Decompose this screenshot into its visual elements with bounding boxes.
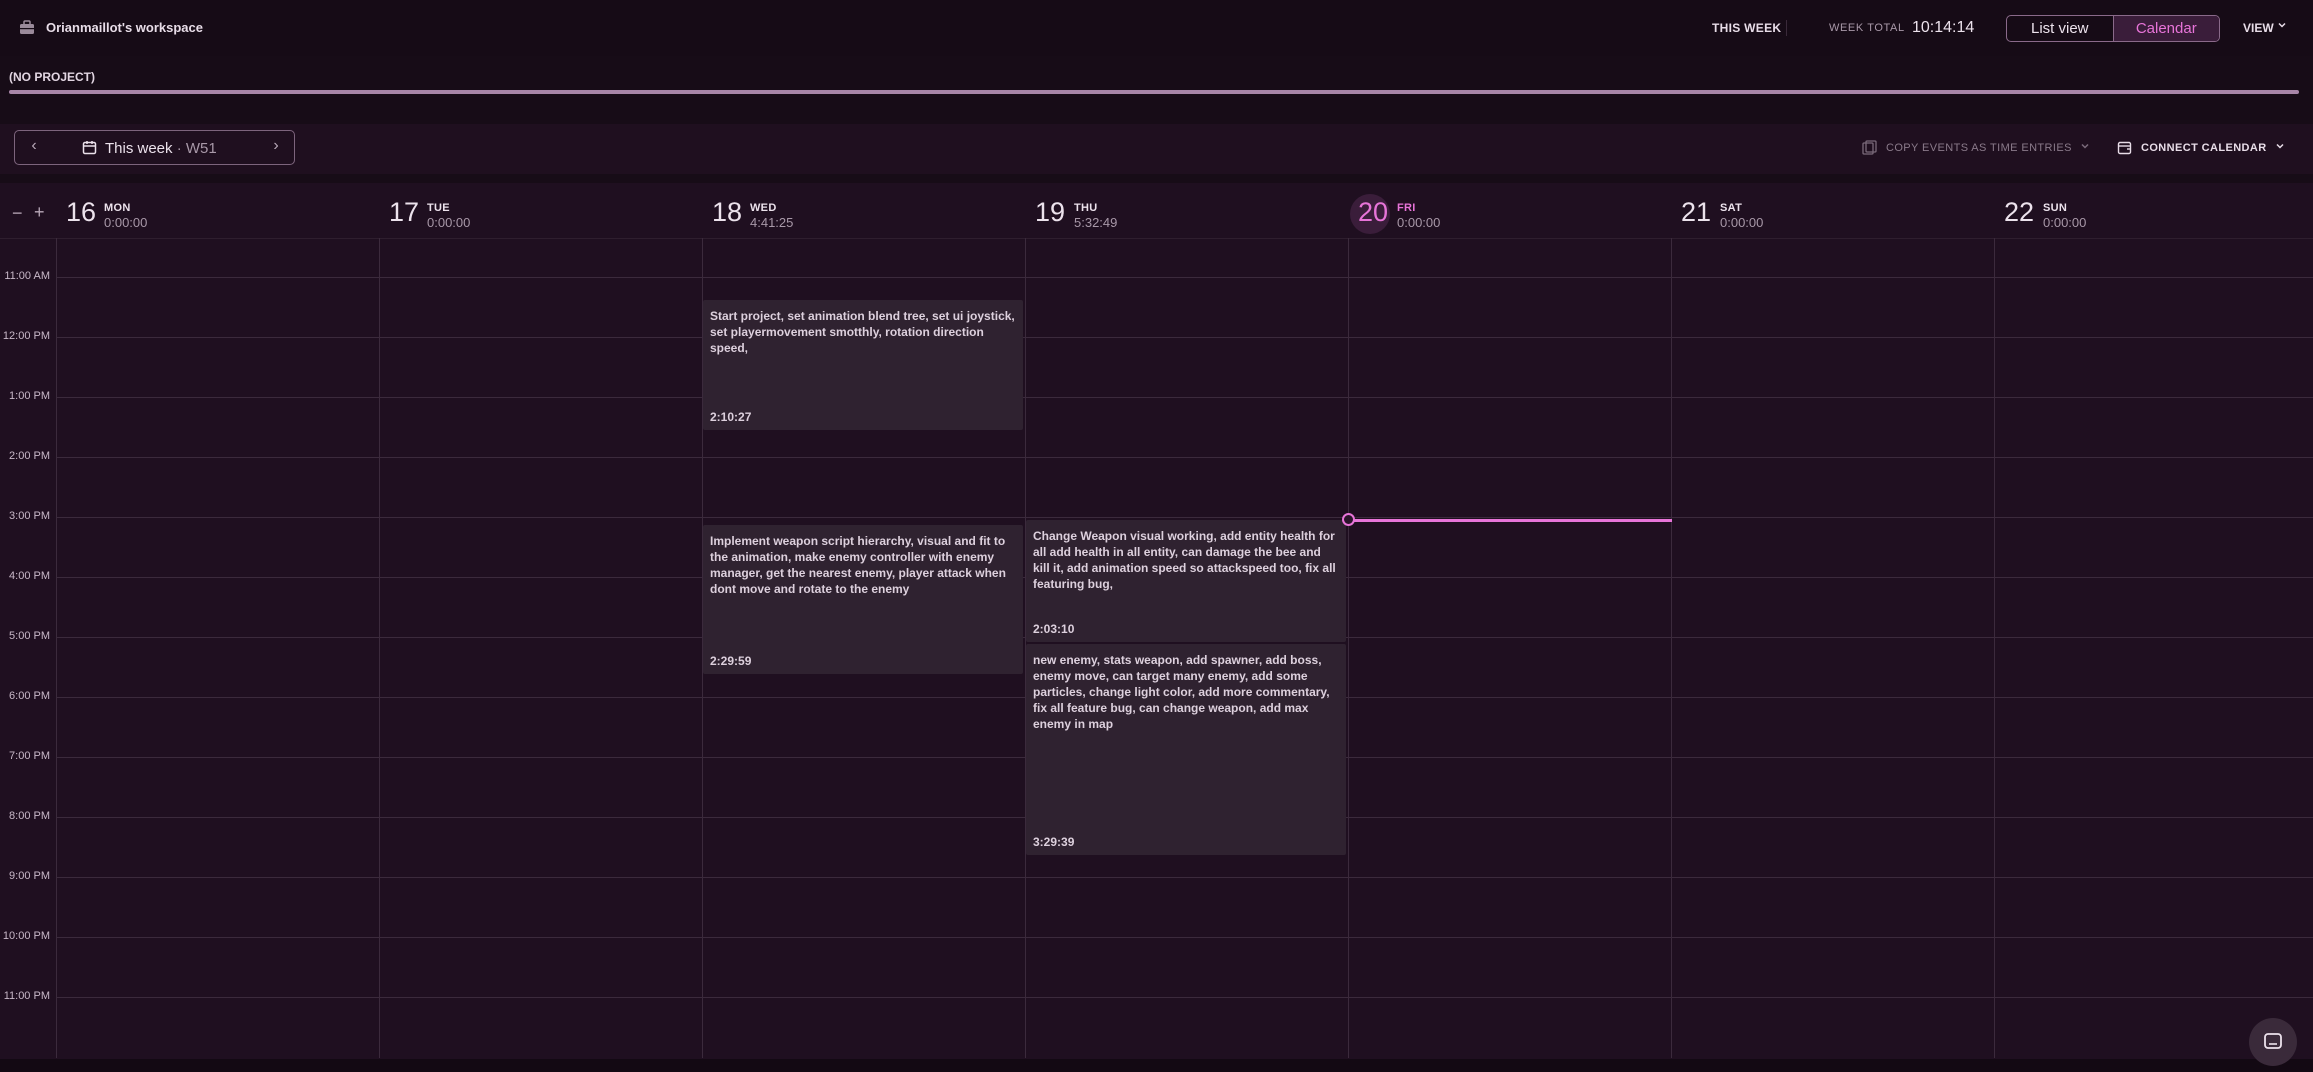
event-duration: 2:29:59 [710,654,752,668]
hour-label: 2:00 PM [9,450,50,462]
day-name: FRI [1397,202,1416,214]
time-entry-event[interactable]: Implement weapon script hierarchy, visua… [703,525,1023,674]
day-name: MON [104,202,131,214]
hour-label: 5:00 PM [9,630,50,642]
day-total: 0:00:00 [1397,215,1441,230]
hour-label: 11:00 PM [3,990,50,1002]
project-bar [9,90,2299,94]
project-label: (NO PROJECT) [9,70,96,84]
hour-line [56,337,2313,338]
chat-icon [2264,1033,2282,1049]
view-menu-button[interactable]: VIEW [2243,21,2274,35]
day-number: 18 [712,197,743,227]
current-time-marker-icon [1342,513,1355,526]
hour-line [56,517,2313,518]
event-description: Change Weapon visual working, add entity… [1033,529,1336,591]
copy-events-icon [1862,140,1877,155]
column-divider [56,238,57,1058]
chevron-down-icon[interactable] [2277,20,2287,30]
day-number: 21 [1681,197,1712,227]
hour-label: 1:00 PM [9,390,50,402]
hour-line [56,277,2313,278]
hour-label: 7:00 PM [9,750,50,762]
day-name: THU [1074,202,1098,214]
grid-top-border [0,238,2313,239]
hour-line [56,457,2313,458]
hour-label: 10:00 PM [2,930,50,942]
day-name: TUE [427,202,450,214]
day-number: 17 [389,197,420,227]
next-week-button[interactable]: › [268,137,284,157]
day-total: 0:00:00 [427,215,471,230]
hour-line [56,877,2313,878]
week-number: · W51 [176,140,217,157]
time-entry-event[interactable]: Start project, set animation blend tree,… [703,300,1023,430]
connect-calendar-icon [2117,141,2132,155]
zoom-in-button[interactable]: + [34,202,45,223]
hour-label: 3:00 PM [9,510,50,522]
week-total-value: 10:14:14 [1912,19,1975,36]
time-entry-event[interactable]: Change Weapon visual working, add entity… [1026,520,1346,642]
column-divider [379,238,380,1058]
view-toggle: List view Calendar [2006,15,2220,42]
week-picker-label[interactable]: This week · W51 [105,140,217,157]
day-number: 22 [2004,197,2035,227]
day-total: 0:00:00 [1720,215,1764,230]
day-number: 16 [66,197,97,227]
event-duration: 2:03:10 [1033,622,1075,636]
chevron-down-icon[interactable] [2080,141,2090,151]
event-description: new enemy, stats weapon, add spawner, ad… [1033,653,1330,731]
week-label: This week [105,140,173,157]
event-description: Implement weapon script hierarchy, visua… [710,534,1006,596]
hour-line [56,997,2313,998]
day-name: SAT [1720,202,1743,214]
list-view-button[interactable]: List view [2007,16,2114,41]
copy-events-button[interactable]: COPY EVENTS AS TIME ENTRIES [1886,142,2072,154]
day-total: 4:41:25 [750,215,794,230]
day-name: SUN [2043,202,2068,214]
calendar-view-button[interactable]: Calendar [2113,16,2219,41]
prev-week-button[interactable]: ‹ [26,137,42,157]
time-entry-event[interactable]: new enemy, stats weapon, add spawner, ad… [1026,644,1346,855]
zoom-out-button[interactable]: − [12,203,23,224]
divider [1786,20,1787,36]
hour-label: 6:00 PM [9,690,50,702]
week-total-label: WEEK TOTAL [1829,22,1905,34]
connect-calendar-button[interactable]: CONNECT CALENDAR [2141,142,2267,154]
event-duration: 2:10:27 [710,410,752,424]
day-name: WED [750,202,777,214]
this-week-label: THIS WEEK [1712,21,1782,35]
hour-label: 9:00 PM [9,870,50,882]
column-divider [1671,238,1672,1058]
event-duration: 3:29:39 [1033,835,1075,849]
day-total: 5:32:49 [1074,215,1118,230]
current-time-line [1348,519,1672,522]
bottom-bar [0,1059,2313,1072]
day-total: 0:00:00 [104,215,148,230]
chat-button[interactable] [2249,1018,2297,1066]
hour-label: 12:00 PM [2,330,50,342]
calendar-icon [82,141,97,155]
chevron-down-icon[interactable] [2275,141,2285,151]
day-number: 19 [1035,197,1066,227]
hour-label: 8:00 PM [9,810,50,822]
event-description: Start project, set animation blend tree,… [710,309,1015,355]
workspace-name[interactable]: Orianmaillot's workspace [46,20,203,35]
hour-line [56,937,2313,938]
day-number: 20 [1358,197,1389,227]
hour-label: 4:00 PM [9,570,50,582]
day-total: 0:00:00 [2043,215,2087,230]
column-divider [1348,238,1349,1058]
column-divider [1994,238,1995,1058]
hour-line [56,397,2313,398]
hour-label: 11:00 AM [4,270,50,282]
briefcase-icon [20,20,34,34]
